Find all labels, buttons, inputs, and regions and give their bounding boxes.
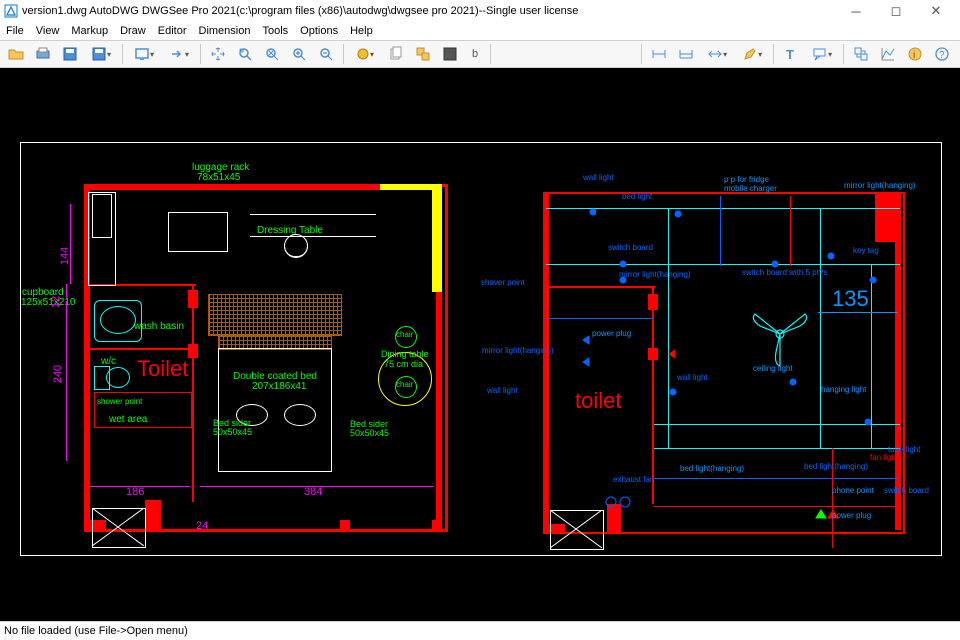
shaver: shaver point [481,278,525,287]
dim-384: 384 [304,486,322,498]
toilet-label: Toilet [137,356,188,382]
luggage-dim: 78x51x45 [197,172,240,183]
window-title: version1.dwg AutoDWG DWGSee Pro 2021(c:\… [22,5,578,17]
dim-12: 12 [50,296,62,308]
dim1-button[interactable] [647,42,671,66]
open-button[interactable] [4,42,28,66]
zoom-out-button[interactable] [314,42,338,66]
arrow-button[interactable]: ▾ [163,42,195,66]
titlebar: version1.dwg AutoDWG DWGSee Pro 2021(c:\… [0,0,960,22]
bedsider-r-dim: 50x50x45 [350,428,389,438]
menubar: File View Markup Draw Editor Dimension T… [0,22,960,40]
layer-text-button[interactable]: b [465,42,485,66]
dim-24: 24 [196,520,208,532]
toolbar: ▾ ▾ ▾ ▾ b ▾ ▾ T ▾ i ? [0,40,960,68]
switchboard2: switch board [884,486,929,495]
drawing-canvas[interactable]: cupboard 125x51x210 luggage rack 78x51x4… [0,68,960,621]
save-button[interactable] [58,42,82,66]
walllight3: wall light [677,373,708,382]
text-button[interactable]: T [779,42,803,66]
menu-draw[interactable]: Draw [120,25,146,37]
pan-button[interactable] [206,42,230,66]
close-button[interactable]: ✕ [916,0,956,22]
exhaust: exhaust fan [613,475,654,484]
chair-b-label: chair [396,380,413,389]
mirrorlight2: mirror light(hanging) [844,181,916,190]
maximize-button[interactable]: ◻ [876,0,916,22]
bedlight-t: bed light [622,192,652,201]
app-icon [4,4,18,18]
layers-button[interactable] [411,42,435,66]
switchboard5: switch board with 5 pt?s [742,268,827,277]
dim-240: 240 [52,365,64,383]
bedlighthang: bed light(hanging) [680,464,744,473]
ppfridge: p p for fridge mobile charger [724,175,777,193]
menu-view[interactable]: View [36,25,60,37]
cupboard-dim: 125x51x210 [21,297,76,308]
svg-text:?: ? [939,50,945,61]
convert2-button[interactable] [876,42,900,66]
menu-editor[interactable]: Editor [158,25,187,37]
bed-dim: 207x186x41 [252,381,307,392]
walllight-t: wall light [583,173,614,182]
dim-144: 144 [59,247,71,265]
convert1-button[interactable] [849,42,873,66]
callout-button[interactable]: ▾ [806,42,838,66]
zoom-window-button[interactable] [233,42,257,66]
print-button[interactable] [31,42,55,66]
zoom-extents-button[interactable] [260,42,284,66]
chair-t-label: chair [396,330,413,339]
phone: phone point [832,486,874,495]
power2: power plug [832,511,871,520]
ceiling: ceiling light [753,364,793,373]
color-button[interactable]: ▾ [349,42,381,66]
dark-rect-button[interactable] [438,42,462,66]
zoom-in-button[interactable] [287,42,311,66]
bedsider-l-dim: 50x50x45 [213,427,252,437]
menu-markup[interactable]: Markup [71,25,108,37]
statusbar: No file loaded (use File->Open menu) [0,621,960,640]
menu-tools[interactable]: Tools [262,25,288,37]
saveas-button[interactable]: ▾ [85,42,117,66]
bedlighthang2: bed light(hanging) [804,462,868,471]
keytag: key tag [853,246,879,255]
menu-dimension[interactable]: Dimension [199,25,251,37]
menu-file[interactable]: File [6,25,24,37]
dim3-button[interactable]: ▾ [701,42,733,66]
pencil-button[interactable]: ▾ [736,42,768,66]
svg-text:i: i [913,50,915,61]
help-button[interactable]: ? [930,42,954,66]
mirrorlight: mirror light(hanging) [619,270,691,279]
copy-button[interactable] [384,42,408,66]
fanlight: fan light [870,453,898,462]
hanging: hanging light [821,385,866,394]
mirror: mirror light(hanging) [482,346,554,355]
walllight2: wall light [487,386,518,395]
dim2-button[interactable] [674,42,698,66]
switchboard: switch board [608,243,653,252]
dining-label: Dining table [381,349,429,359]
tube: tube light [888,445,920,454]
dim-186: 186 [126,486,144,498]
screen-button[interactable]: ▾ [128,42,160,66]
status-text: No file loaded (use File->Open menu) [4,625,188,637]
menu-options[interactable]: Options [300,25,338,37]
dining-dim: 75 cm dia [384,359,423,369]
menu-help[interactable]: Help [350,25,373,37]
minimize-button[interactable]: ─ [836,0,876,22]
power: power plug [592,329,631,338]
info-button[interactable]: i [903,42,927,66]
svg-text:T: T [786,47,794,62]
